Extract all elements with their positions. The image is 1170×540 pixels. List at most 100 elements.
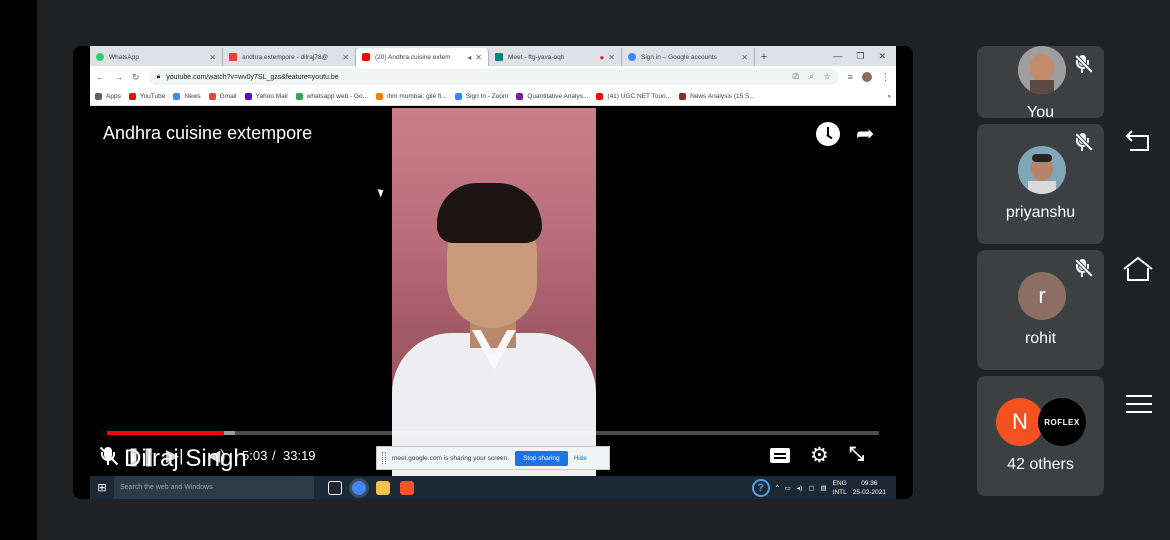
- others-count: 42 others: [1007, 456, 1074, 473]
- bookmark-youtube[interactable]: YouTube: [128, 93, 165, 100]
- bookmark-ugc-net[interactable]: (41) UGC NET Touri...: [596, 93, 671, 100]
- star-icon[interactable]: ☆: [824, 72, 831, 82]
- avatar-roflex: ROFLEX: [1038, 398, 1086, 446]
- hide-banner-button[interactable]: Hide: [574, 455, 587, 462]
- drag-handle-icon[interactable]: [382, 452, 386, 464]
- menu-nav-icon[interactable]: [1126, 394, 1152, 414]
- participant-name: rohit: [1024, 330, 1057, 347]
- clock[interactable]: 09:36 25-02-2021: [853, 479, 886, 497]
- back-icon[interactable]: ←: [96, 72, 105, 82]
- chrome-icon[interactable]: [352, 480, 366, 495]
- browser-toolbar: ← → ↻ 🔒︎ youtube.com/watch?v=wv0y7SL_gzs…: [90, 66, 896, 88]
- bookmark-gmail[interactable]: Gmail: [208, 93, 237, 100]
- tab-gmail[interactable]: andhra extempore - dilraj78@ ✕: [223, 48, 356, 66]
- tray-chevron-icon[interactable]: ^: [776, 484, 779, 491]
- exit-fullscreen-icon[interactable]: ⤡: [849, 444, 864, 466]
- time-total: 33:19: [283, 448, 316, 463]
- media-icon[interactable]: ≡: [848, 72, 853, 82]
- participant-name: You: [1027, 104, 1054, 118]
- network-icon[interactable]: ▭: [785, 484, 791, 492]
- help-icon[interactable]: ?: [751, 478, 770, 497]
- zoom-icon[interactable]: ⌕: [809, 72, 813, 82]
- tab-meet[interactable]: Meet - ftg-yava-oqh ● ✕: [489, 48, 622, 66]
- video-title[interactable]: Andhra cuisine extempore: [103, 123, 312, 144]
- blogger-icon: [376, 93, 384, 100]
- mic-off-icon: [98, 446, 119, 472]
- news-icon: [173, 93, 181, 100]
- subtitles-icon[interactable]: [770, 448, 790, 463]
- bookmark-ihm-mumbai[interactable]: ihm mumbai: gile fi...: [376, 93, 447, 100]
- time-separator: /: [272, 448, 276, 463]
- sharing-message: meet.google.com is sharing your screen.: [392, 454, 510, 462]
- progress-played: [107, 431, 225, 435]
- lock-icon: 🔒︎: [156, 73, 161, 80]
- presenter-name: Dilraj Singh: [124, 445, 247, 472]
- bookmark-apps[interactable]: Apps: [95, 93, 121, 100]
- tab-whatsapp[interactable]: WhatsApp ✕: [90, 48, 223, 66]
- speaker-tray-icon[interactable]: ◂): [797, 484, 802, 492]
- close-icon[interactable]: ✕: [608, 53, 615, 62]
- omnibox-tools: ⎚ ⌕ ☆: [793, 72, 831, 82]
- tab-google-signin[interactable]: Sign in – Google accounts ✕: [622, 48, 755, 66]
- task-view-icon[interactable]: [328, 480, 342, 495]
- close-icon[interactable]: ✕: [209, 53, 216, 62]
- bookmark-zoom[interactable]: Sign In - Zoom: [454, 93, 508, 100]
- apps-grid-icon: [95, 93, 102, 100]
- yahoo-icon: [244, 93, 252, 100]
- watch-later-icon[interactable]: [816, 122, 840, 146]
- profile-avatar[interactable]: [862, 72, 872, 82]
- bookmark-quantitative[interactable]: Quantitative Analys...: [516, 93, 588, 100]
- chrome-browser: WhatsApp ✕ andhra extempore - dilraj78@ …: [90, 46, 896, 106]
- participant-tile-priyanshu[interactable]: priyanshu: [977, 124, 1104, 244]
- bookmark-news[interactable]: News: [173, 93, 201, 100]
- google-icon: [628, 53, 636, 61]
- avatar: [1018, 46, 1066, 94]
- bookmark-yahoo-mail[interactable]: Yahoo Mail: [244, 93, 288, 100]
- file-explorer-icon[interactable]: [376, 480, 390, 495]
- participant-tile-you[interactable]: You: [977, 46, 1104, 118]
- youtube-icon: [128, 93, 136, 100]
- battery-icon[interactable]: ▢: [808, 484, 814, 492]
- hair: [437, 183, 542, 243]
- cast-icon[interactable]: ⎚: [793, 72, 799, 82]
- youtube-video-player[interactable]: Andhra cuisine extempore ➦ ❚❚ ▶| ◀) 5:03…: [90, 106, 896, 478]
- close-icon[interactable]: ✕: [741, 53, 748, 62]
- bookmark-news-analysis[interactable]: News Analysis (15 S...: [679, 93, 755, 100]
- participant-tile-others[interactable]: N ROFLEX 42 others: [977, 376, 1104, 496]
- share-icon[interactable]: ➦: [856, 121, 874, 147]
- taskbar-apps: [314, 480, 414, 495]
- speaker-icon: ◂: [467, 52, 472, 62]
- more-bookmarks-icon[interactable]: »: [887, 93, 891, 100]
- home-nav-icon[interactable]: [1122, 256, 1154, 282]
- close-window-icon[interactable]: ✕: [878, 51, 886, 62]
- forward-icon[interactable]: →: [114, 72, 123, 82]
- stop-sharing-button[interactable]: Stop sharing: [515, 450, 568, 466]
- gmail-icon: [208, 93, 216, 100]
- gmail-icon: [229, 53, 237, 61]
- back-nav-icon[interactable]: [1124, 130, 1152, 152]
- url-text: youtube.com/watch?v=wv0y7SL_gzs&feature=…: [166, 73, 339, 81]
- progress-bar[interactable]: [107, 431, 879, 435]
- close-icon[interactable]: ✕: [475, 53, 482, 62]
- avatar-photo-icon: [1018, 46, 1066, 94]
- taskbar-search-input[interactable]: Search the web and Windows: [114, 476, 314, 499]
- windows-start-icon[interactable]: ⊞: [90, 476, 114, 499]
- notification-icon[interactable]: ▤: [821, 484, 827, 492]
- tab-youtube[interactable]: (20) Andhra cuisine extem ◂ ✕: [356, 48, 489, 66]
- participant-tile-rohit[interactable]: r rohit: [977, 250, 1104, 370]
- menu-icon[interactable]: ⋮: [881, 72, 890, 83]
- restore-icon[interactable]: ❐: [856, 51, 864, 62]
- close-icon[interactable]: ✕: [342, 53, 349, 62]
- gear-icon[interactable]: ⚙: [810, 443, 829, 468]
- bookmark-whatsapp-web[interactable]: whatsapp web - Go...: [295, 93, 368, 100]
- avatar: r: [1018, 272, 1066, 320]
- language-indicator[interactable]: ENG INTL: [833, 479, 847, 497]
- reload-icon[interactable]: ↻: [132, 72, 140, 83]
- youtube-icon: [596, 93, 604, 100]
- address-bar[interactable]: 🔒︎ youtube.com/watch?v=wv0y7SL_gzs&featu…: [148, 69, 839, 85]
- screen-sharing-banner: meet.google.com is sharing your screen. …: [376, 446, 610, 470]
- whatsapp-icon: [96, 53, 104, 61]
- new-tab-button[interactable]: +: [755, 48, 773, 66]
- minimize-icon[interactable]: —: [833, 51, 842, 61]
- brave-icon[interactable]: [400, 480, 414, 495]
